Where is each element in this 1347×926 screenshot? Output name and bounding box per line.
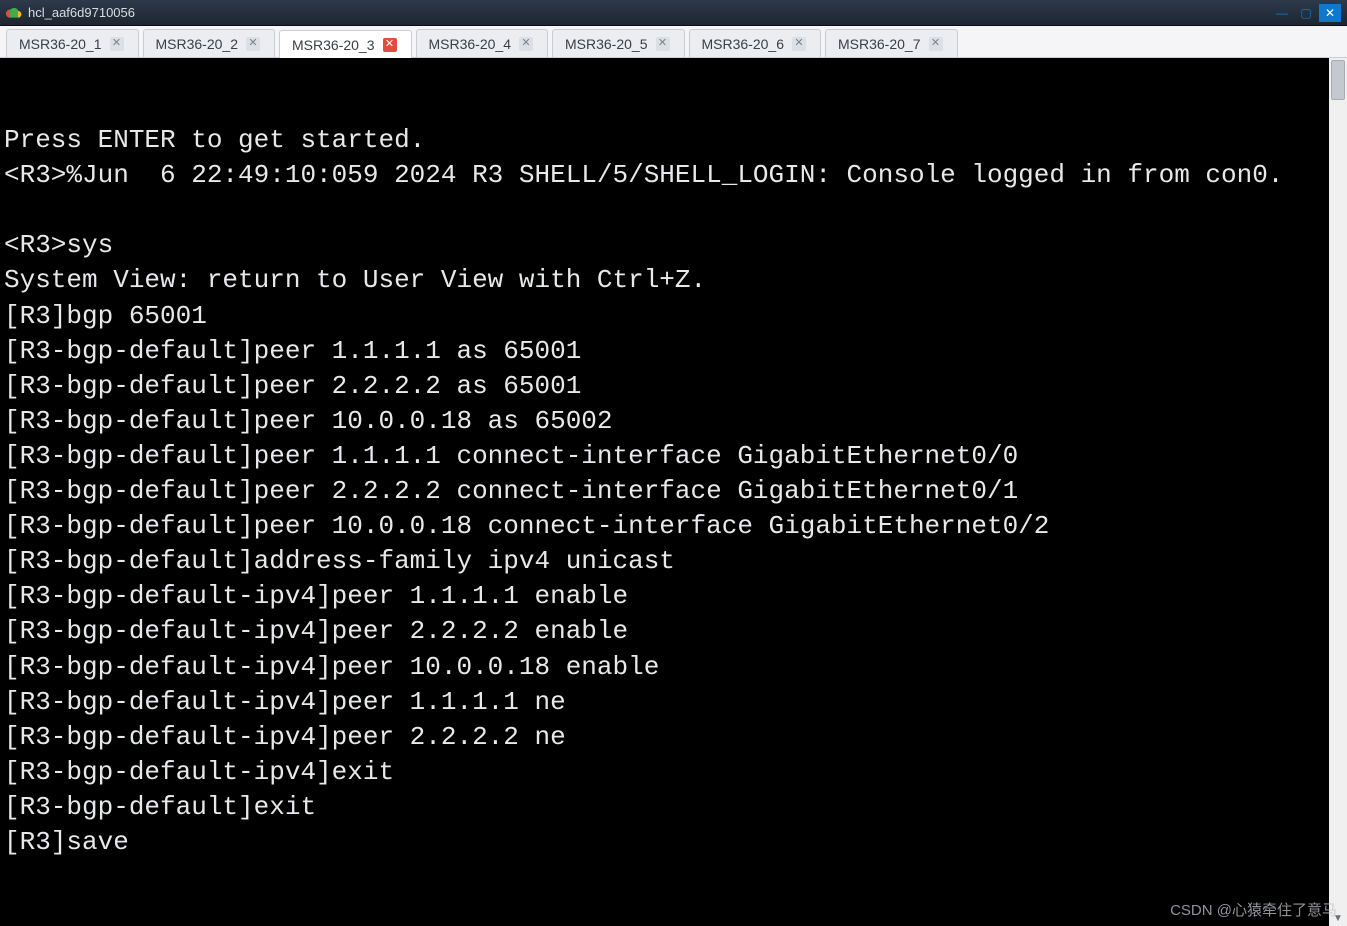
tab-close-icon[interactable]: ✕ <box>519 37 533 51</box>
title-bar: hcl_aaf6d9710056 — ▢ ✕ <box>0 0 1347 26</box>
tab-msr36-20-1[interactable]: MSR36-20_1 ✕ <box>6 29 139 57</box>
tab-close-icon[interactable]: ✕ <box>656 37 670 51</box>
tab-label: MSR36-20_4 <box>429 36 512 52</box>
window-controls: — ▢ ✕ <box>1271 4 1341 22</box>
tab-label: MSR36-20_7 <box>838 36 921 52</box>
scroll-thumb[interactable] <box>1331 60 1345 100</box>
tab-msr36-20-6[interactable]: MSR36-20_6 ✕ <box>689 29 822 57</box>
tab-label: MSR36-20_2 <box>156 36 239 52</box>
minimize-button[interactable]: — <box>1271 4 1293 22</box>
tab-close-icon[interactable]: ✕ <box>792 37 806 51</box>
tab-msr36-20-5[interactable]: MSR36-20_5 ✕ <box>552 29 685 57</box>
tab-close-icon[interactable]: ✕ <box>110 37 124 51</box>
tab-close-icon[interactable]: ✕ <box>383 38 397 52</box>
tab-label: MSR36-20_5 <box>565 36 648 52</box>
tab-label: MSR36-20_3 <box>292 37 375 53</box>
tab-msr36-20-7[interactable]: MSR36-20_7 ✕ <box>825 29 958 57</box>
tab-close-icon[interactable]: ✕ <box>929 37 943 51</box>
tab-label: MSR36-20_1 <box>19 36 102 52</box>
window-title: hcl_aaf6d9710056 <box>28 5 1271 20</box>
tab-close-icon[interactable]: ✕ <box>246 37 260 51</box>
terminal-output[interactable]: Press ENTER to get started. <R3>%Jun 6 2… <box>0 58 1329 926</box>
tab-msr36-20-3[interactable]: MSR36-20_3 ✕ <box>279 30 412 58</box>
terminal-area: Press ENTER to get started. <R3>%Jun 6 2… <box>0 58 1347 926</box>
tab-label: MSR36-20_6 <box>702 36 785 52</box>
maximize-button[interactable]: ▢ <box>1295 4 1317 22</box>
scroll-down-arrow[interactable]: ▼ <box>1329 910 1347 926</box>
close-window-button[interactable]: ✕ <box>1319 4 1341 22</box>
tab-msr36-20-2[interactable]: MSR36-20_2 ✕ <box>143 29 276 57</box>
tab-msr36-20-4[interactable]: MSR36-20_4 ✕ <box>416 29 549 57</box>
app-cloud-icon <box>6 5 22 21</box>
vertical-scrollbar[interactable]: ▲ ▼ <box>1329 58 1347 926</box>
tab-bar: MSR36-20_1✕MSR36-20_2✕MSR36-20_3✕MSR36-2… <box>0 26 1347 58</box>
